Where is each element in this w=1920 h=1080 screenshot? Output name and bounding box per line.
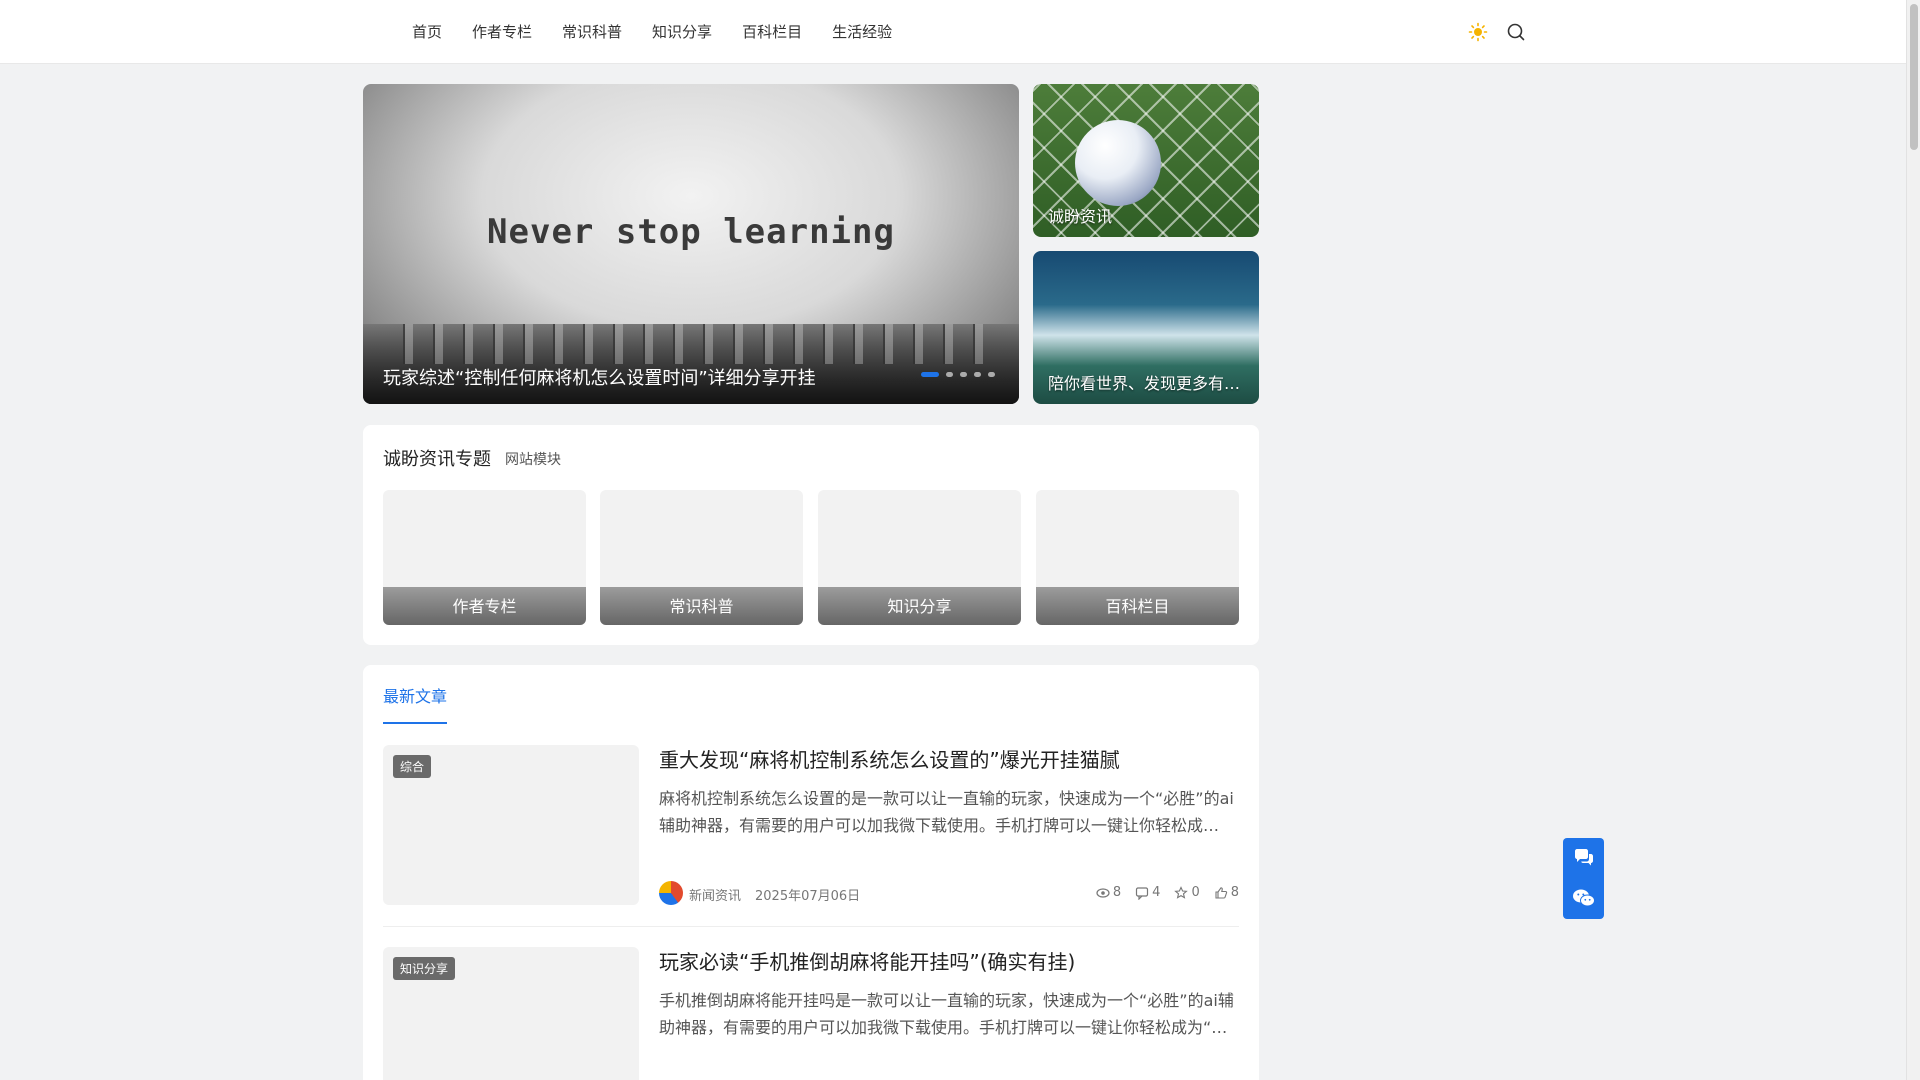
category-badge[interactable]: 综合 [393,755,432,778]
topic-tile-knowledge-share[interactable]: 知识分享 [818,490,1021,625]
article-title[interactable]: 玩家必读“手机推倒胡麻将能开挂吗”(确实有挂) [659,947,1075,977]
views-count: 8 [1112,885,1122,900]
chat-icon[interactable] [1563,838,1604,878]
floating-contact-bar [1563,838,1604,919]
soccer-ball-image [1075,120,1161,206]
thumbs-up-icon [1215,886,1227,899]
top-navbar: 首页 作者专栏 常识科普 知识分享 百科栏目 生活经验 [0,0,1906,64]
slider-dot-3[interactable] [960,372,967,377]
topics-subtitle: 网站模块 [505,452,561,468]
author-avatar[interactable] [659,881,683,905]
topic-tile-label: 作者专栏 [383,587,586,625]
tab-active-underline [383,722,447,724]
nav-life-experience[interactable]: 生活经验 [832,0,892,64]
nav-author-column[interactable]: 作者专栏 [472,0,532,64]
slider-dot-1[interactable] [921,372,939,377]
side-card-label: 陪你看世界、发现更多有趣的事 [1048,374,1248,393]
tab-latest-articles[interactable]: 最新文章 [383,683,447,707]
slider-dot-2[interactable] [946,372,953,377]
views-stat: 8 [1096,885,1121,900]
slide-image-text: Never stop learning [487,212,895,252]
article-item[interactable]: 综合 重大发现“麻将机控制系统怎么设置的”爆光开挂猫腻 麻将机控制系统怎么设置的… [383,745,1239,925]
category-badge[interactable]: 知识分享 [393,957,456,980]
article-title[interactable]: 重大发现“麻将机控制系统怎么设置的”爆光开挂猫腻 [659,745,1120,775]
sun-icon[interactable] [1466,20,1490,44]
favorites-count: 0 [1191,885,1200,900]
eye-icon [1096,887,1110,898]
topics-panel: 诚盼资讯专题 网站模块 作者专栏 常识科普 知识分享 百科栏目 [363,425,1259,645]
hero-slider[interactable]: Never stop learning 玩家综述“控制任何麻将机怎么设置时间”详… [363,84,1019,404]
comments-count: 4 [1152,885,1161,900]
latest-articles-panel: 最新文章 综合 重大发现“麻将机控制系统怎么设置的”爆光开挂猫腻 麻将机控制系统… [363,665,1259,1080]
topic-tile-encyclopedia[interactable]: 百科栏目 [1036,490,1239,625]
article-excerpt: 手机推倒胡麻将能开挂吗是一款可以让一直输的玩家，快速成为一个“必胜”的ai辅助神… [659,991,1234,1037]
star-icon [1174,885,1189,899]
slider-dot-4[interactable] [974,372,981,377]
slider-dot-5[interactable] [988,372,995,377]
article-thumbnail[interactable]: 知识分享 [383,947,639,1080]
topic-tile-label: 百科栏目 [1036,587,1239,625]
main-nav: 首页 作者专栏 常识科普 知识分享 百科栏目 生活经验 [400,0,922,64]
search-icon[interactable] [1504,20,1528,44]
topic-tile-label: 知识分享 [818,587,1021,625]
nav-knowledge-share[interactable]: 知识分享 [652,0,712,64]
topic-tile-common-science[interactable]: 常识科普 [600,490,803,625]
slider-pagination [921,372,1002,377]
article-divider [383,926,1239,927]
nav-encyclopedia[interactable]: 百科栏目 [742,0,802,64]
publish-date: 2025年07月06日 [755,889,861,904]
side-card-soccer[interactable]: 诚盼资讯 [1033,84,1259,237]
side-card-label: 诚盼资讯 [1048,207,1113,226]
topic-tile-author-column[interactable]: 作者专栏 [383,490,586,625]
likes-stat[interactable]: 8 [1214,885,1239,900]
article-thumbnail[interactable]: 综合 [383,745,639,905]
article-meta: 新闻资讯 2025年07月06日 8 4 0 8 [659,881,1239,905]
author-name[interactable]: 新闻资讯 [689,885,741,904]
article-stats: 8 4 0 8 [1082,885,1239,900]
wechat-icon[interactable] [1563,878,1604,918]
nav-home[interactable]: 首页 [412,0,442,64]
article-item[interactable]: 知识分享 玩家必读“手机推倒胡麻将能开挂吗”(确实有挂) 手机推倒胡麻将能开挂吗… [383,947,1239,1080]
page-scrollbar[interactable] [1906,0,1920,1080]
comment-icon [1136,886,1149,900]
comments-stat: 4 [1135,885,1160,900]
article-excerpt: 麻将机控制系统怎么设置的是一款可以让一直输的玩家，快速成为一个“必胜”的ai辅助… [659,789,1234,835]
favorites-stat[interactable]: 0 [1174,885,1200,900]
slide-title[interactable]: 玩家综述“控制任何麻将机怎么设置时间”详细分享开挂 [383,364,816,390]
likes-count: 8 [1230,885,1239,900]
scrollbar-thumb[interactable] [1910,4,1918,150]
side-card-surf[interactable]: 陪你看世界、发现更多有趣的事 [1033,251,1259,404]
header-tools [1466,20,1542,44]
topics-title: 诚盼资讯专题 [383,449,491,470]
nav-common-science[interactable]: 常识科普 [562,0,622,64]
topic-tile-label: 常识科普 [600,587,803,625]
